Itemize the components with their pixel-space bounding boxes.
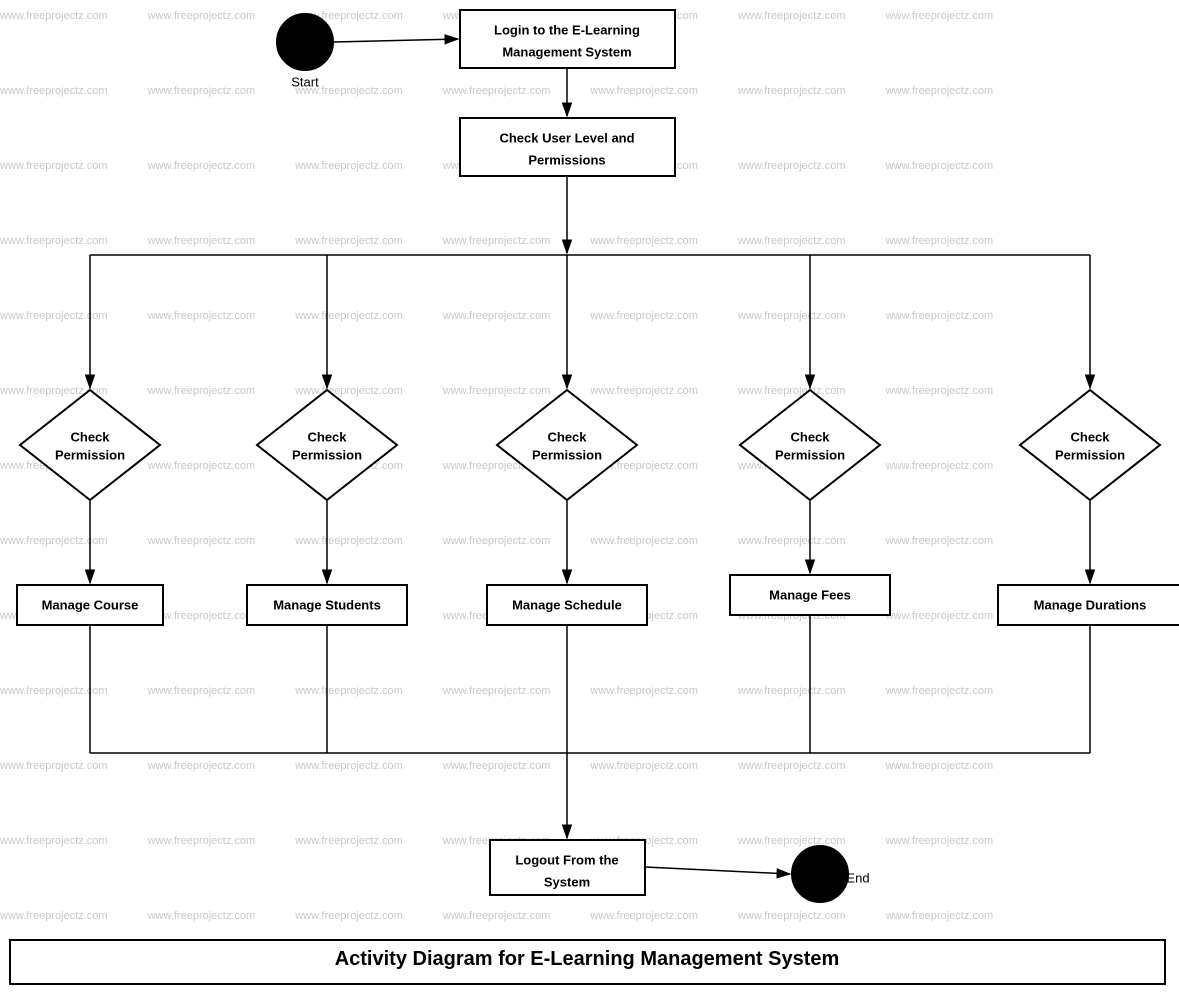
check-perm-diamond-5 — [1020, 390, 1160, 500]
check-perm-diamond-3 — [497, 390, 637, 500]
check-perm-text4a: Check — [790, 430, 830, 445]
manage-durations-text: Manage Durations — [1034, 598, 1147, 613]
manage-fees-text: Manage Fees — [769, 588, 851, 603]
main-diagram-svg: Start Login to the E-Learning Management… — [0, 0, 1179, 994]
manage-course-text: Manage Course — [42, 598, 139, 613]
check-perm-text2b: Permission — [292, 448, 362, 463]
end-node — [792, 846, 848, 902]
check-user-level-text1: Check User Level and — [499, 131, 634, 146]
check-perm-text1b: Permission — [55, 448, 125, 463]
check-perm-text1a: Check — [70, 430, 110, 445]
arrow-logout-to-end — [645, 867, 790, 874]
caption-text: Activity Diagram for E-Learning Manageme… — [335, 948, 840, 970]
start-node — [277, 14, 333, 70]
manage-students-text: Manage Students — [273, 598, 381, 613]
check-perm-diamond-4 — [740, 390, 880, 500]
start-label: Start — [291, 75, 319, 90]
check-perm-text3b: Permission — [532, 448, 602, 463]
manage-schedule-text: Manage Schedule — [512, 598, 622, 613]
login-text-line2: Management System — [502, 45, 631, 60]
check-perm-diamond-2 — [257, 390, 397, 500]
check-perm-text5b: Permission — [1055, 448, 1125, 463]
logout-text1: Logout From the — [515, 853, 618, 868]
arrow-start-to-login — [333, 39, 458, 42]
diagram-container: www.freeprojectz.comwww.freeprojectz.com… — [0, 0, 1179, 994]
login-text-line1: Login to the E-Learning — [494, 23, 640, 38]
check-user-level-text2: Permissions — [528, 153, 605, 168]
check-perm-text4b: Permission — [775, 448, 845, 463]
logout-text2: System — [544, 875, 590, 890]
check-perm-text5a: Check — [1070, 430, 1110, 445]
check-perm-text3a: Check — [547, 430, 587, 445]
end-label: End — [846, 871, 869, 886]
check-perm-text2a: Check — [307, 430, 347, 445]
check-perm-diamond-1 — [20, 390, 160, 500]
